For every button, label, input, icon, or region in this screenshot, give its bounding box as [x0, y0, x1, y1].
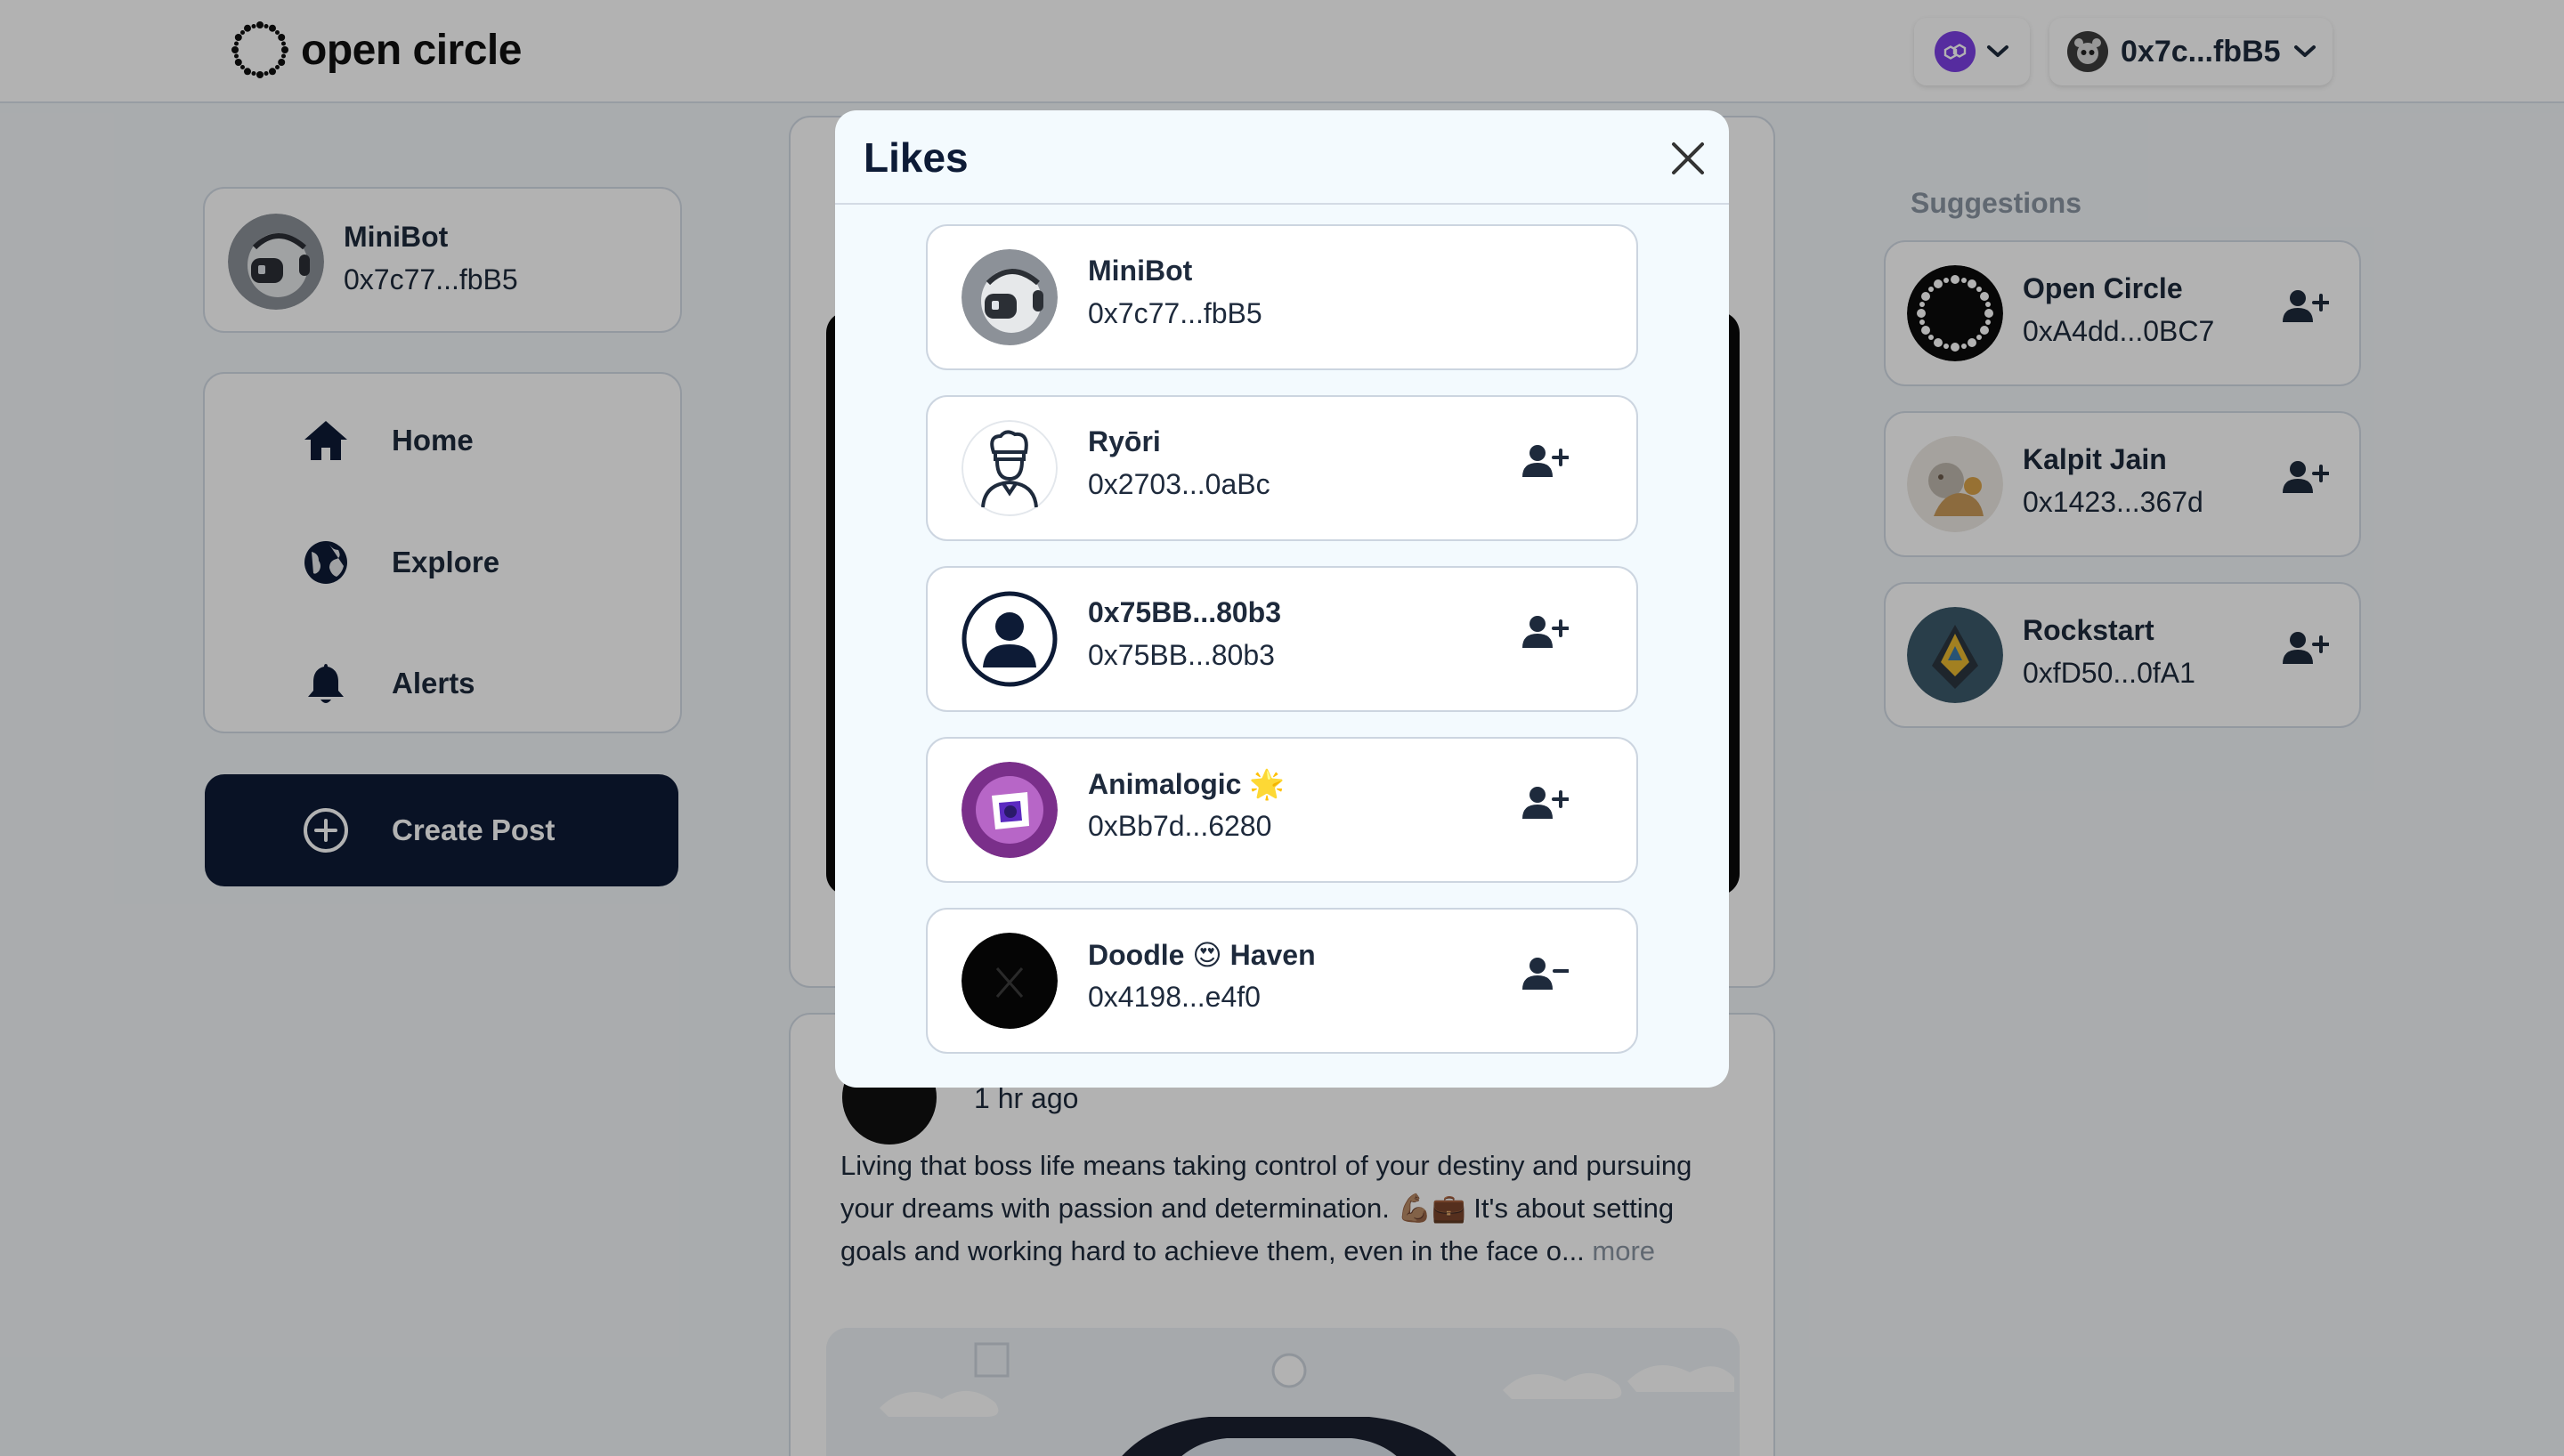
follow-button[interactable] — [1521, 614, 1570, 654]
liker-item[interactable]: Ryōri 0x2703...0aBc — [926, 395, 1638, 541]
liker-name: MiniBot — [1088, 255, 1193, 287]
liker-item[interactable]: Animalogic 🌟 0xBb7d...6280 — [926, 737, 1638, 883]
avatar — [961, 933, 1058, 1029]
animalogic-avatar-icon — [961, 762, 1058, 858]
liker-address: 0x75BB...80b3 — [1088, 639, 1275, 671]
liker-name: Animalogic 🌟 — [1088, 768, 1286, 800]
unfollow-button[interactable] — [1521, 956, 1570, 996]
modal-title: Likes — [864, 134, 969, 181]
user-plus-icon — [1522, 616, 1570, 648]
doodle-avatar-icon — [961, 933, 1058, 1029]
default-user-avatar-icon — [961, 591, 1058, 687]
likes-modal: Likes MiniBot 0x7c77...fbB5 Ryōri 0x2703… — [835, 110, 1729, 1088]
user-minus-icon — [1522, 958, 1570, 990]
follow-button[interactable] — [1521, 785, 1570, 825]
liker-address: 0x2703...0aBc — [1088, 468, 1270, 500]
liker-item[interactable]: Doodle 😍 Haven 0x4198...e4f0 — [926, 908, 1638, 1054]
modal-header: Likes — [835, 110, 1729, 205]
avatar — [961, 591, 1058, 687]
close-button[interactable] — [1665, 135, 1711, 182]
user-plus-icon — [1522, 787, 1570, 819]
user-plus-icon — [1522, 445, 1570, 477]
liker-item[interactable]: MiniBot 0x7c77...fbB5 — [926, 224, 1638, 370]
follow-button[interactable] — [1521, 443, 1570, 483]
robot-avatar-icon — [961, 249, 1058, 345]
liker-address: 0x4198...e4f0 — [1088, 981, 1261, 1013]
liker-name: Doodle 😍 Haven — [1088, 939, 1316, 971]
avatar — [961, 249, 1058, 345]
chef-avatar-icon — [961, 420, 1058, 516]
liker-name: 0x75BB...80b3 — [1088, 596, 1282, 628]
liker-item[interactable]: 0x75BB...80b3 0x75BB...80b3 — [926, 566, 1638, 712]
close-icon — [1672, 142, 1704, 174]
liker-address: 0xBb7d...6280 — [1088, 810, 1272, 842]
liker-address: 0x7c77...fbB5 — [1088, 297, 1262, 329]
liker-name: Ryōri — [1088, 425, 1161, 457]
avatar — [961, 762, 1058, 858]
avatar — [961, 420, 1058, 516]
